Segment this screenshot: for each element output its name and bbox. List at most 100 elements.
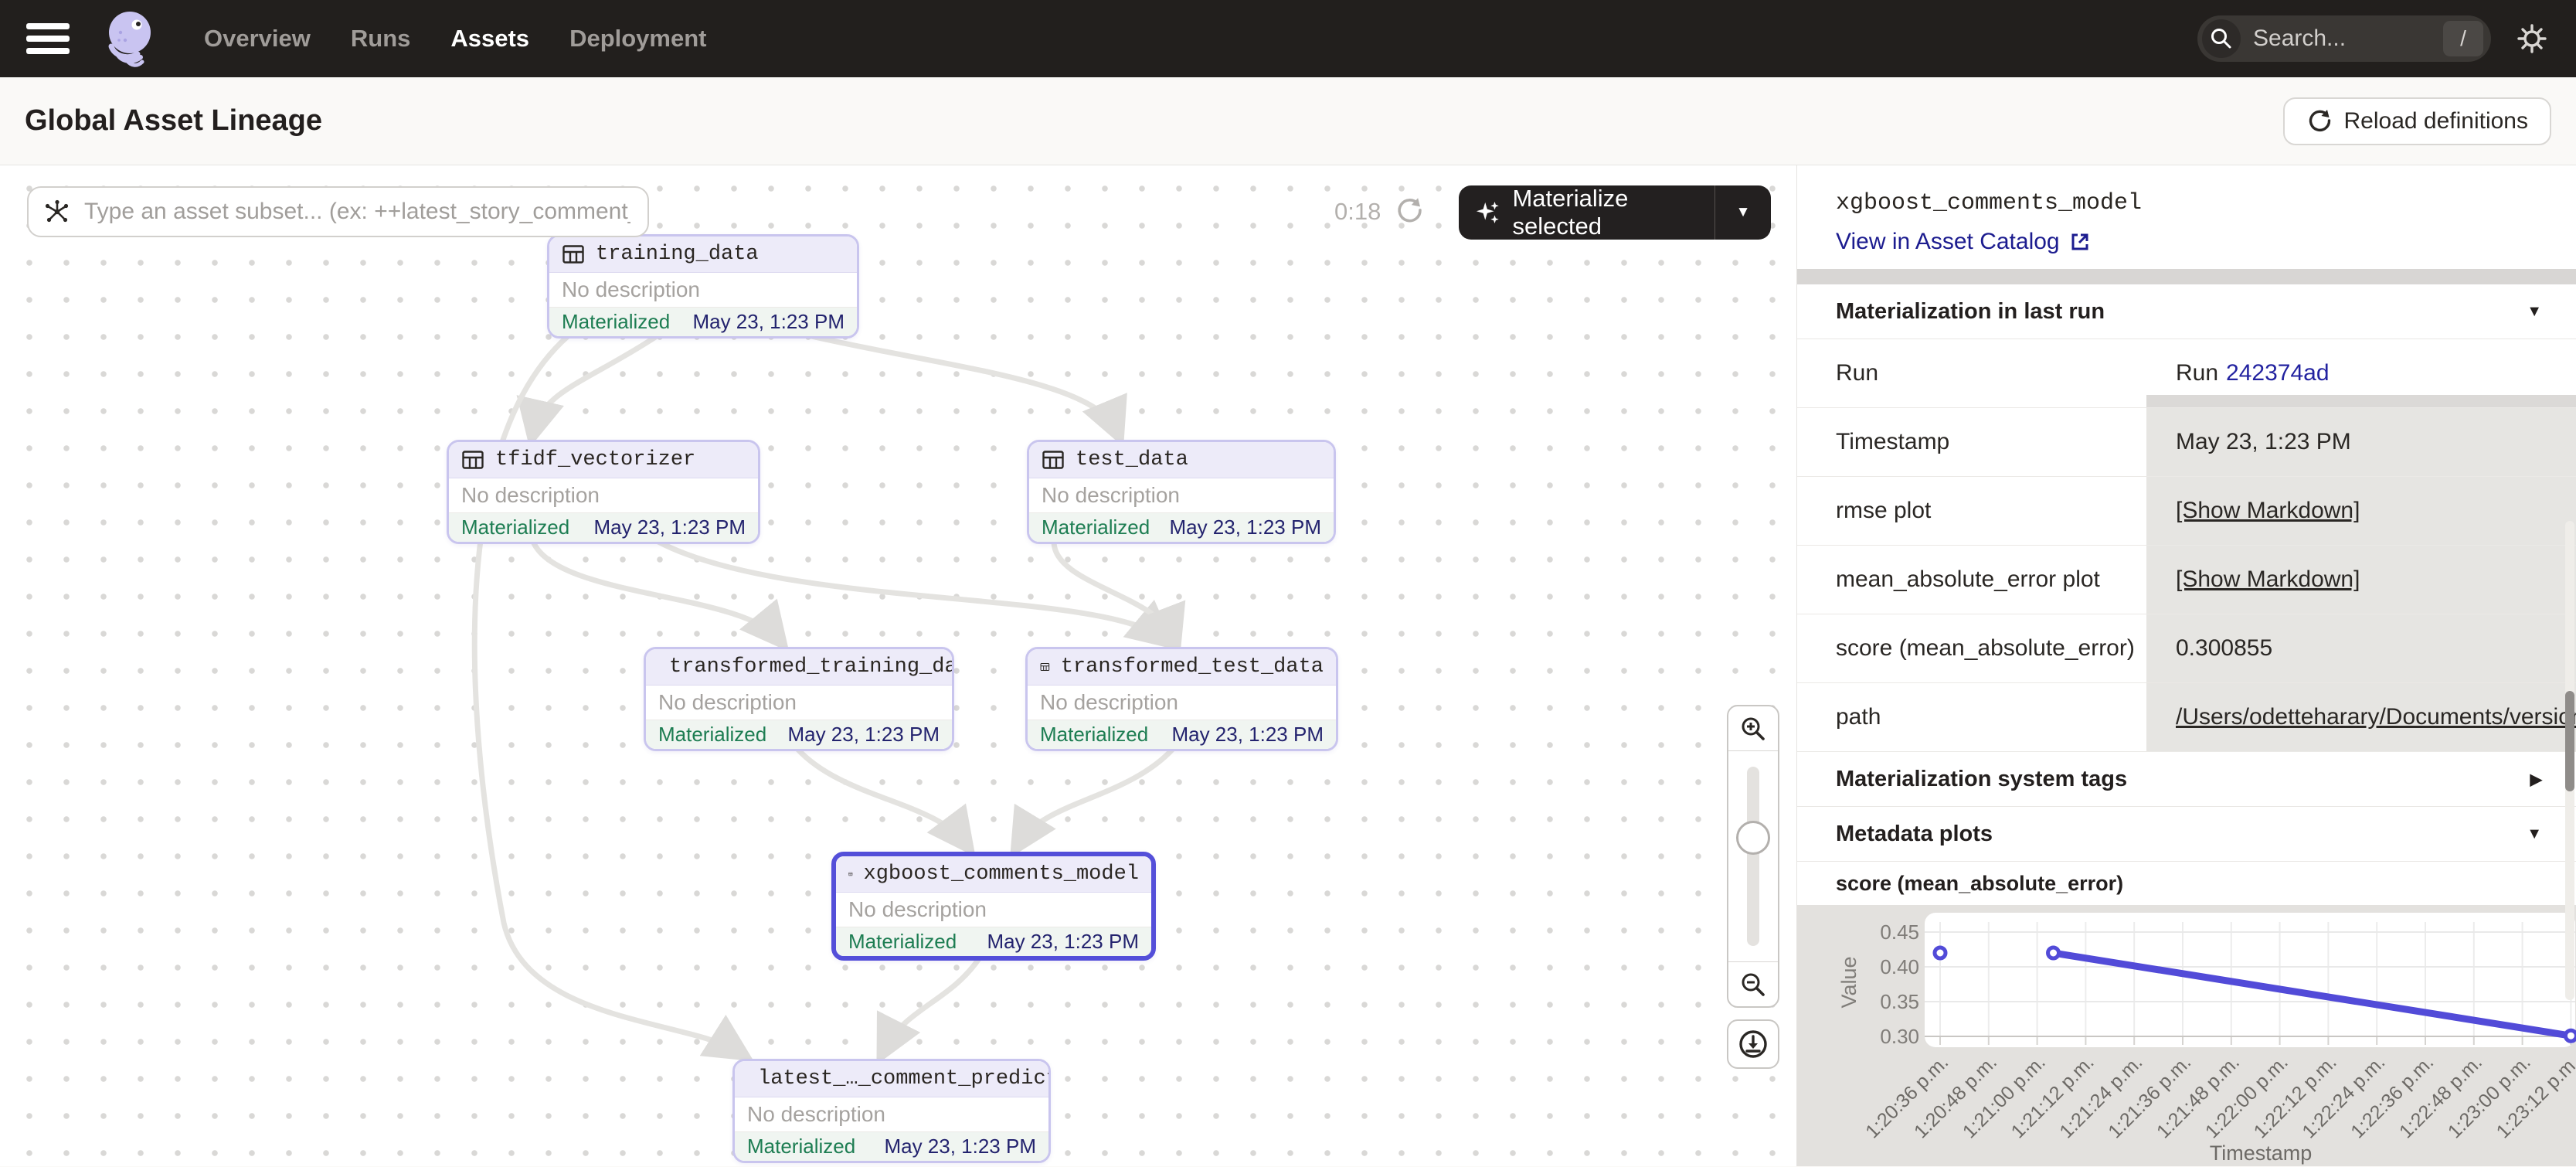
- zoom-slider-handle[interactable]: [1736, 821, 1770, 855]
- metadata-row-Run: RunRun242374ad: [1797, 339, 2576, 408]
- graph-filter-icon: [44, 199, 70, 225]
- svg-text:0.40: 0.40: [1880, 955, 1919, 978]
- panel-horizontal-scrollbar[interactable]: [1797, 269, 2576, 284]
- section-metadata-plots[interactable]: Metadata plots ▼: [1797, 807, 2576, 862]
- asset-node-status-bar: Materialized May 23, 1:23 PM: [836, 927, 1151, 956]
- asset-node-tfidf-vectorizer[interactable]: tfidf_vectorizer No description Material…: [447, 440, 760, 544]
- zoom-slider-track[interactable]: [1747, 767, 1759, 946]
- nav-item-assets[interactable]: Assets: [450, 25, 529, 53]
- menu-icon[interactable]: [26, 23, 70, 54]
- recenter-graph-button[interactable]: [1727, 1019, 1779, 1069]
- asset-node-description: No description: [1029, 478, 1334, 513]
- asset-node-latest-comment-predictions[interactable]: latest_…_comment_predictions No descript…: [732, 1059, 1051, 1163]
- reload-icon: [2306, 108, 2333, 134]
- dagster-logo[interactable]: [96, 6, 161, 71]
- svg-text:0.30: 0.30: [1880, 1025, 1919, 1048]
- asset-node-name: test_data: [1076, 448, 1188, 471]
- asset-node-timestamp: May 23, 1:23 PM: [1171, 723, 1324, 747]
- panel-scrollbar-thumb[interactable]: [2565, 691, 2574, 791]
- value-cell-scrollbar[interactable]: [2146, 395, 2576, 407]
- metadata-value-link[interactable]: [Show Markdown]: [2176, 498, 2360, 524]
- metadata-row-mean-absolute-error-plot: mean_absolute_error plot [Show Markdown]: [1797, 546, 2576, 614]
- asset-node-timestamp: May 23, 1:23 PM: [593, 515, 746, 539]
- metadata-row-Timestamp: TimestampMay 23, 1:23 PM: [1797, 408, 2576, 477]
- section-materialization-system-tags[interactable]: Materialization system tags ▶: [1797, 752, 2576, 807]
- metadata-value: Run242374ad: [2145, 339, 2576, 407]
- chevron-right-icon: ▶: [2530, 770, 2542, 789]
- metadata-value-link[interactable]: /Users/odetteharary/Documents/version: [2176, 704, 2576, 730]
- nav-item-overview[interactable]: Overview: [204, 25, 311, 53]
- metadata-plot-chart: 0.450.400.350.30Value1:20:36 p.m.1:20:48…: [1797, 905, 2576, 1166]
- asset-node-description: No description: [735, 1097, 1048, 1132]
- sparkles-icon: [1476, 199, 1500, 226]
- materialize-dropdown-caret[interactable]: ▼: [1715, 185, 1771, 240]
- metadata-label: rmse plot: [1797, 477, 2145, 545]
- svg-text:Timestamp: Timestamp: [2210, 1141, 2313, 1165]
- asset-node-description: No description: [646, 686, 952, 720]
- section-materialization-last-run[interactable]: Materialization in last run ▼: [1797, 284, 2576, 339]
- view-in-asset-catalog-link[interactable]: View in Asset Catalog: [1836, 229, 2091, 255]
- zoom-in-button[interactable]: [1728, 706, 1778, 751]
- metadata-value: [Show Markdown]: [2145, 546, 2576, 614]
- asset-node-timestamp: May 23, 1:23 PM: [987, 930, 1139, 954]
- global-search[interactable]: Search... /: [2197, 15, 2491, 62]
- metadata-label: score (mean_absolute_error): [1797, 614, 2145, 682]
- metadata-table: RunRun242374adTimestampMay 23, 1:23 PMrm…: [1797, 339, 2576, 752]
- metadata-value: /Users/odetteharary/Documents/version: [2145, 683, 2576, 751]
- asset-node-description: No description: [449, 478, 758, 513]
- svg-text:1:20:36 p.m.: 1:20:36 p.m.: [1861, 1051, 1952, 1142]
- asset-node-transformed-training-data[interactable]: transformed_training_data No description…: [644, 647, 954, 751]
- asset-node-xgboost-comments-model[interactable]: xgboost_comments_model No description Ma…: [831, 852, 1156, 961]
- svg-text:1:23:12 p.m.: 1:23:12 p.m.: [2493, 1051, 2576, 1142]
- asset-node-name: transformed_training_data: [669, 655, 954, 679]
- asset-node-status: Materialized: [747, 1135, 855, 1158]
- metadata-row-path: path/Users/odetteharary/Documents/versio…: [1797, 683, 2576, 752]
- asset-node-timestamp: May 23, 1:23 PM: [884, 1135, 1036, 1158]
- asset-node-status-bar: Materialized May 23, 1:23 PM: [735, 1132, 1048, 1161]
- asset-node-status: Materialized: [848, 930, 957, 954]
- asset-node-name: latest_…_comment_predictions: [758, 1067, 1051, 1090]
- asset-node-header: tfidf_vectorizer: [449, 442, 758, 478]
- asset-subset-filter[interactable]: [27, 186, 649, 237]
- reload-definitions-button[interactable]: Reload definitions: [2283, 97, 2552, 145]
- run-id-link[interactable]: 242374ad: [2226, 360, 2329, 386]
- app-root: Overview Runs Assets Deployment Search... /: [0, 0, 2576, 1167]
- top-nav: Overview Runs Assets Deployment Search... /: [0, 0, 2576, 77]
- settings-gear-icon[interactable]: [2514, 21, 2550, 56]
- metadata-label: Run: [1797, 339, 2145, 407]
- asset-node-status-bar: Materialized May 23, 1:23 PM: [1028, 720, 1336, 749]
- main-content: training_data No description Materialize…: [0, 165, 2576, 1166]
- nav-item-runs[interactable]: Runs: [351, 25, 411, 53]
- asset-subset-input[interactable]: [83, 198, 632, 226]
- table-icon: [562, 243, 585, 266]
- metadata-label: mean_absolute_error plot: [1797, 546, 2145, 614]
- asset-node-transformed-test-data[interactable]: transformed_test_data No description Mat…: [1025, 647, 1338, 751]
- materialize-selected-button[interactable]: Materialize selected ▼: [1459, 185, 1771, 240]
- zoom-out-button[interactable]: [1728, 961, 1778, 1006]
- asset-node-test-data[interactable]: test_data No description Materialized Ma…: [1027, 440, 1336, 544]
- lineage-graph-canvas[interactable]: training_data No description Materialize…: [0, 165, 1796, 1166]
- panel-vertical-scrollbar[interactable]: [2565, 521, 2574, 1000]
- asset-node-header: transformed_test_data: [1028, 649, 1336, 686]
- asset-node-description: No description: [836, 893, 1151, 927]
- page-header: Global Asset Lineage Reload definitions: [0, 77, 2576, 165]
- table-icon: [461, 448, 484, 471]
- refresh-graph-icon[interactable]: [1395, 196, 1424, 230]
- asset-node-name: tfidf_vectorizer: [495, 448, 695, 471]
- asset-node-training-data[interactable]: training_data No description Materialize…: [547, 234, 859, 339]
- zoom-controls: [1727, 705, 1779, 1008]
- download-center-icon: [1736, 1027, 1770, 1061]
- asset-node-status: Materialized: [658, 723, 766, 747]
- zoom-slider[interactable]: [1728, 751, 1778, 961]
- search-shortcut-key: /: [2443, 21, 2483, 56]
- asset-node-status: Materialized: [1042, 515, 1150, 539]
- table-icon: [1042, 448, 1065, 471]
- asset-node-name: xgboost_comments_model: [864, 862, 1139, 886]
- asset-node-status: Materialized: [1040, 723, 1148, 747]
- metadata-value: 0.300855: [2145, 614, 2576, 682]
- nav-item-deployment[interactable]: Deployment: [569, 25, 706, 53]
- external-link-icon: [2069, 231, 2091, 253]
- metadata-value-link[interactable]: [Show Markdown]: [2176, 566, 2360, 593]
- metadata-row-score-mean-absolute-error-: score (mean_absolute_error)0.300855: [1797, 614, 2576, 683]
- table-icon: [1040, 655, 1050, 679]
